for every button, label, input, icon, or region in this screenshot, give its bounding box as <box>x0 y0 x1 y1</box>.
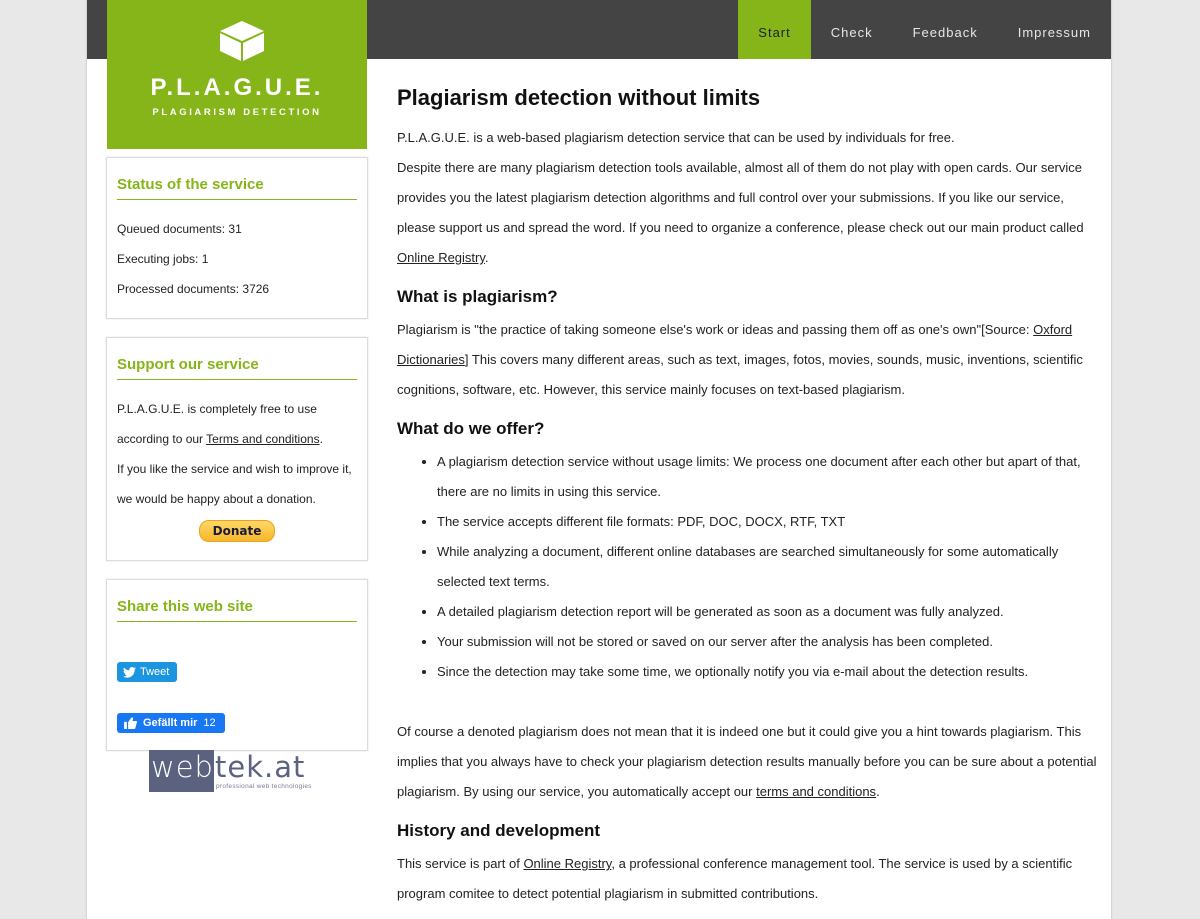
disclaimer-text: Of course a denoted plagiarism does not … <box>397 724 1097 799</box>
donate-wrap: Donate <box>117 514 357 546</box>
cube-icon <box>220 21 264 61</box>
site-logo[interactable]: P.L.A.G.U.E. PLAGIARISM DETECTION <box>107 0 367 149</box>
online-registry-link[interactable]: Online Registry <box>397 250 485 265</box>
intro-paragraph-1: P.L.A.G.U.E. is a web-based plagiarism d… <box>397 130 955 145</box>
what-we-offer-heading: What do we offer? <box>397 419 545 438</box>
twitter-bird-icon <box>123 666 136 678</box>
support-box: Support our service P.L.A.G.U.E. is comp… <box>106 337 368 561</box>
support-title: Support our service <box>117 356 357 380</box>
nav-check[interactable]: Check <box>811 0 893 59</box>
processed-documents: Processed documents: 3726 <box>117 282 270 296</box>
intro-paragraph-2-text: Despite there are many plagiarism detect… <box>397 160 1084 235</box>
site-subtitle: PLAGIARISM DETECTION <box>152 107 322 118</box>
page-title: Plagiarism detection without limits <box>397 85 761 110</box>
list-item: Your submission will not be stored or sa… <box>437 627 1101 657</box>
support-text-1: P.L.A.G.U.E. is completely free to use a… <box>117 394 357 454</box>
nav-start[interactable]: Start <box>738 0 811 59</box>
online-registry-history-link[interactable]: Online Registry <box>523 856 611 871</box>
nav-impressum[interactable]: Impressum <box>998 0 1111 59</box>
nav-feedback[interactable]: Feedback <box>893 0 998 59</box>
list-item: A plagiarism detection service without u… <box>437 447 1101 507</box>
list-item: A detailed plagiarism detection report w… <box>437 597 1101 627</box>
executing-jobs: Executing jobs: 1 <box>117 252 209 266</box>
history-heading: History and development <box>397 821 601 840</box>
disclaimer-paragraph: Of course a denoted plagiarism does not … <box>397 717 1101 807</box>
donate-button[interactable]: Donate <box>199 520 275 542</box>
thumbs-up-icon <box>124 716 137 729</box>
list-item: Since the detection may take some time, … <box>437 657 1101 687</box>
like-count: 12 <box>203 716 216 729</box>
share-box: Share this web site Tweet Gefällt mir 12 <box>106 579 368 751</box>
webtek-logo[interactable]: web tek.at professional web technologies <box>149 750 329 796</box>
share-title: Share this web site <box>117 598 357 622</box>
main-content: Plagiarism detection without limits P.L.… <box>397 85 1101 909</box>
what-text-prefix: Plagiarism is "the practice of taking so… <box>397 322 1034 337</box>
support-text-1-suffix: . <box>319 432 323 446</box>
what-is-plagiarism-heading: What is plagiarism? <box>397 287 558 306</box>
queued-documents: Queued documents: 31 <box>117 222 242 236</box>
status-title: Status of the service <box>117 176 357 200</box>
main-nav: Start Check Feedback Impressum <box>738 0 1111 59</box>
intro-paragraph-2-suffix: . <box>484 250 489 265</box>
page-container: Start Check Feedback Impressum P.L.A.G.U… <box>87 0 1111 919</box>
tweet-label: Tweet <box>140 666 170 678</box>
webtek-logo-right: tek.at <box>215 750 306 784</box>
what-text-suffix: ] This covers many different areas, such… <box>397 352 1083 397</box>
like-label: Gefällt mir <box>143 716 198 729</box>
webtek-logo-left: web <box>151 750 214 784</box>
site-title: P.L.A.G.U.E. <box>150 74 324 101</box>
terms-link[interactable]: Terms and conditions <box>206 432 319 446</box>
facebook-like-button[interactable]: Gefällt mir 12 <box>117 712 225 733</box>
list-item: While analyzing a document, different on… <box>437 537 1101 597</box>
what-is-plagiarism-paragraph: Plagiarism is "the practice of taking so… <box>397 315 1101 405</box>
history-text-prefix: This service is part of <box>397 856 524 871</box>
status-box: Status of the service Queued documents: … <box>106 157 368 319</box>
offer-list: A plagiarism detection service without u… <box>397 447 1101 687</box>
webtek-tagline: professional web technologies <box>216 783 312 790</box>
list-item: The service accepts different file forma… <box>437 507 1101 537</box>
history-paragraph: This service is part of Online Registry,… <box>397 849 1101 909</box>
tweet-button[interactable]: Tweet <box>117 662 178 682</box>
sidebar: Status of the service Queued documents: … <box>106 157 368 792</box>
disclaimer-suffix: . <box>876 784 880 799</box>
terms-and-conditions-link[interactable]: terms and conditions <box>756 784 876 799</box>
intro-paragraph-2: Despite there are many plagiarism detect… <box>397 153 1101 273</box>
support-text-2: If you like the service and wish to impr… <box>117 462 352 506</box>
